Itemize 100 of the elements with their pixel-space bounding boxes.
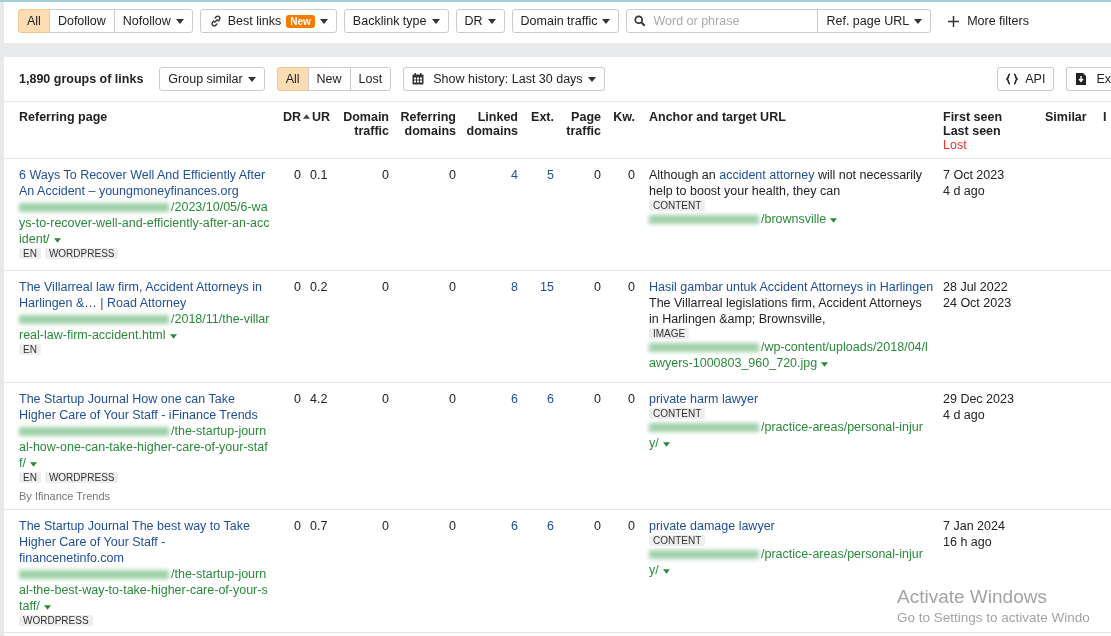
- group-similar-dropdown[interactable]: Group similar: [159, 67, 265, 91]
- metric-value: 0: [628, 519, 635, 533]
- tag: IMAGE: [649, 328, 690, 339]
- tag: EN: [19, 248, 41, 259]
- caret-icon: [29, 462, 37, 467]
- metric-value: 0: [382, 168, 389, 182]
- page-title-link[interactable]: The Startup Journal The best way to Take Higher Care of Your Staff - financenetinfo.com: [19, 518, 271, 566]
- caret-icon: [914, 18, 923, 24]
- column-header[interactable]: I: [1103, 110, 1107, 124]
- column-header[interactable]: UR: [312, 110, 331, 124]
- page-url-link[interactable]: /2023/10/05/6-ways-to-recover-well-and-efficiently-after-an-accident/: [19, 199, 271, 247]
- last-seen-date: 24 Oct 2023: [943, 295, 1012, 311]
- metric-value: 4.2: [310, 392, 328, 406]
- column-header[interactable]: Ext.: [531, 110, 554, 124]
- page-title-link[interactable]: The Villarreal law firm, Accident Attorneys in Harlingen &… | Road Attorney: [19, 279, 271, 311]
- anchor-link[interactable]: accident attorney: [719, 168, 815, 182]
- filter-dropdown[interactable]: Best links New: [199, 9, 337, 33]
- link-type-tab[interactable]: Dofollow: [48, 9, 115, 33]
- column-header[interactable]: Last seen: [943, 124, 1001, 138]
- braces-icon: [1006, 73, 1019, 85]
- metric-value: 0: [449, 168, 456, 182]
- metric-value: 0: [449, 519, 456, 533]
- count-link[interactable]: 5: [547, 168, 554, 182]
- anchor-link[interactable]: private harm lawyer: [649, 392, 759, 406]
- anchor-link[interactable]: Hasil gambar untuk Accident Attorneys in Harlingen: [649, 280, 934, 294]
- new-badge: New: [286, 14, 315, 28]
- column-header[interactable]: Anchor and target URL: [649, 110, 786, 124]
- page-url-link[interactable]: /the-startup-journal-how-one-can-take-higher-care-of-your-staff/: [19, 423, 271, 471]
- metric-value: 0: [594, 168, 601, 182]
- caret-icon: [662, 569, 670, 574]
- lost-label: Lost: [943, 138, 967, 152]
- history-tab[interactable]: All: [276, 67, 309, 91]
- page-title-link[interactable]: The Startup Journal How one can Take Higher Care of Your Staff - iFinance Trends: [19, 391, 271, 423]
- target-url-link[interactable]: /wp-content/uploads/2018/04/lawyers-1000803_960_720.jpg: [649, 339, 929, 371]
- metric-value: 0: [594, 519, 601, 533]
- metric-value: 0: [294, 280, 301, 294]
- column-header[interactable]: Domain traffic: [343, 110, 389, 138]
- scope-dropdown[interactable]: Ref. page URL: [817, 9, 932, 33]
- caret-icon: [169, 334, 177, 339]
- count-link[interactable]: 8: [511, 280, 518, 294]
- last-seen-date: 4 d ago: [943, 183, 985, 199]
- link-type-tab[interactable]: All: [18, 9, 50, 33]
- caret-icon: [487, 18, 496, 24]
- metric-value: 0: [294, 168, 301, 182]
- count-link[interactable]: 15: [540, 280, 554, 294]
- column-header[interactable]: Referring page: [19, 110, 108, 124]
- count-link[interactable]: 6: [547, 519, 554, 533]
- count-link[interactable]: 6: [511, 519, 518, 533]
- api-button[interactable]: API: [997, 67, 1055, 91]
- history-dropdown[interactable]: Show history: Last 30 days: [403, 67, 605, 91]
- target-url-link[interactable]: /practice-areas/personal-injury/: [649, 419, 929, 451]
- caret-icon: [830, 218, 838, 223]
- tag: WORDPRESS: [44, 248, 119, 259]
- caret-icon: [53, 238, 61, 243]
- tag: WORDPRESS: [19, 615, 93, 626]
- anchor-link[interactable]: private damage lawyer: [649, 519, 775, 533]
- metric-value: 0: [628, 392, 635, 406]
- download-icon: [1075, 73, 1088, 85]
- count-link[interactable]: 6: [547, 392, 554, 406]
- history-tab[interactable]: New: [307, 67, 351, 91]
- tag: EN: [19, 472, 41, 483]
- metric-value: 0: [294, 392, 301, 406]
- column-header[interactable]: Similar: [1045, 110, 1087, 124]
- metric-value: 0: [449, 392, 456, 406]
- page-url-link[interactable]: /the-startup-journal-the-best-way-to-take-higher-care-of-your-staff/: [19, 566, 271, 614]
- metric-value: 0.2: [310, 280, 328, 294]
- metric-value: 0: [382, 280, 389, 294]
- anchor-text: Although an accident attorney will not necessarily help to boost your health, they can: [649, 167, 924, 199]
- metric-value: 0.7: [310, 519, 328, 533]
- target-url-link[interactable]: /brownsville: [649, 211, 838, 227]
- filter-dropdown[interactable]: Domain traffic: [511, 9, 620, 33]
- export-button[interactable]: Ex: [1066, 67, 1111, 91]
- column-header[interactable]: DR: [282, 110, 301, 124]
- column-header[interactable]: First seen: [943, 110, 1003, 124]
- filter-dropdown[interactable]: DR: [455, 9, 505, 33]
- link-type-tab[interactable]: Nofollow: [113, 9, 193, 33]
- column-header[interactable]: Linked domains: [456, 110, 518, 138]
- filter-dropdown[interactable]: Backlink type: [343, 9, 449, 33]
- page-url-link[interactable]: /2018/11/the-villarreal-law-firm-accident.html: [19, 311, 271, 343]
- history-tab[interactable]: Lost: [349, 67, 392, 91]
- last-seen-date: 4 d ago: [943, 407, 985, 423]
- first-seen-date: 28 Jul 2022: [943, 279, 1008, 295]
- column-header[interactable]: Referring domains: [389, 110, 456, 138]
- caret-icon: [247, 76, 256, 82]
- column-header[interactable]: Page traffic: [554, 110, 601, 138]
- search-icon: [634, 15, 647, 27]
- tag: CONTENT: [649, 535, 706, 546]
- tag: EN: [19, 344, 41, 355]
- column-header[interactable]: Kw.: [613, 110, 635, 124]
- target-url-link[interactable]: /practice-areas/personal-injury/: [649, 546, 929, 578]
- count-link[interactable]: 4: [511, 168, 518, 182]
- search-field[interactable]: Word or phrase: [626, 9, 819, 33]
- count-link[interactable]: 6: [511, 392, 518, 406]
- tag: WORDPRESS: [44, 472, 119, 483]
- caret-icon: [662, 442, 670, 447]
- page-title-link[interactable]: 6 Ways To Recover Well And Efficiently After An Accident – youngmoneyfinances.org: [19, 167, 271, 199]
- metric-value: 0: [449, 280, 456, 294]
- metric-value: 0: [628, 168, 635, 182]
- caret-icon: [602, 18, 611, 24]
- metric-value: 0: [594, 392, 601, 406]
